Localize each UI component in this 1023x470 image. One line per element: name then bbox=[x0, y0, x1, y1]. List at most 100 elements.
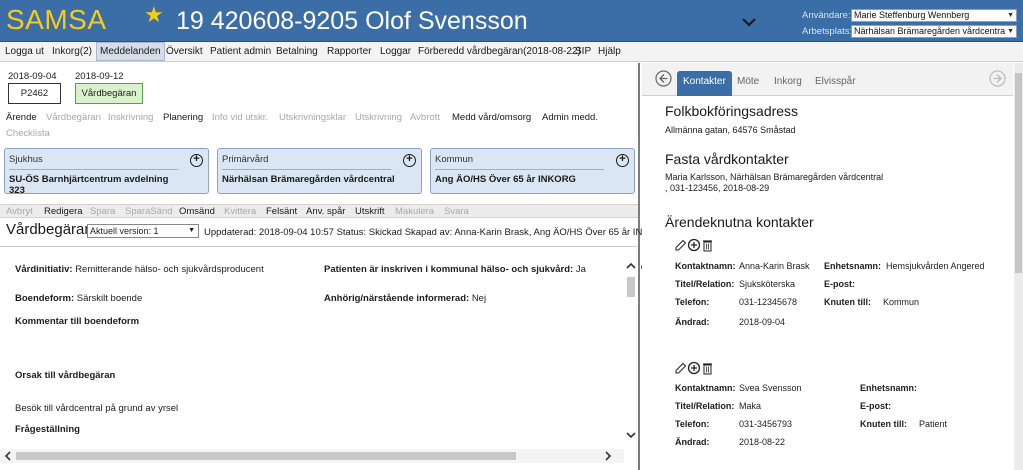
document-status: Uppdaterad: 2018-09-04 10:57 Status: Ski… bbox=[204, 227, 671, 238]
tab-elvisspar[interactable]: Elvisspår bbox=[809, 71, 862, 96]
contact-unit-value: Hemsjukvården Angered bbox=[886, 261, 985, 271]
field-value: Remitterande hälso- och sjukvårdsproduce… bbox=[75, 264, 264, 275]
contact-phone-value: 031-3456793 bbox=[739, 419, 793, 429]
contact-linked-label: Knuten till: bbox=[860, 419, 907, 429]
button-sparasand: SparaSänd bbox=[125, 206, 173, 217]
forward-arrow-icon[interactable] bbox=[989, 70, 1006, 87]
form-heading-reason: Orsak till vårdbegäran bbox=[15, 370, 116, 381]
unit-card-title: Sjukhus bbox=[9, 154, 43, 165]
menu-payment[interactable]: Betalning bbox=[273, 42, 321, 61]
contact-unit-label: Enhetsnamn: bbox=[860, 383, 918, 393]
scroll-thumb[interactable] bbox=[1015, 73, 1022, 273]
trash-icon[interactable] bbox=[703, 363, 712, 375]
contact-linked-label: Knuten till: bbox=[824, 297, 871, 307]
trash-icon[interactable] bbox=[703, 240, 712, 252]
edit-icon[interactable] bbox=[675, 239, 687, 251]
menu-prepared-request[interactable]: Förberedd vårdbegäran(2018-08-22) bbox=[415, 42, 584, 61]
tab-mote[interactable]: Möte bbox=[731, 71, 765, 96]
button-redigera[interactable]: Redigera bbox=[44, 206, 83, 217]
action-planering[interactable]: Planering bbox=[163, 112, 203, 123]
contact-changed-value: 2018-08-22 bbox=[739, 437, 786, 447]
fixed-contact-line: , 031-123456, 2018-08-29 bbox=[665, 183, 770, 193]
action-checklista: Checklista bbox=[6, 128, 50, 139]
add-circle-icon[interactable] bbox=[687, 361, 701, 375]
form-field-housing: Boendeform: Särskilt boende bbox=[15, 293, 142, 304]
request-form: Vårdinitiativ: Remitterande hälso- och s… bbox=[0, 248, 624, 453]
vertical-scrollbar[interactable] bbox=[624, 261, 638, 441]
menu-reports[interactable]: Rapporter bbox=[324, 42, 374, 61]
menu-sip[interactable]: SIP bbox=[572, 42, 594, 61]
field-label: Anhörig/närstående informerad: bbox=[324, 293, 470, 304]
timeline-tile-p2462[interactable]: P2462 bbox=[8, 83, 61, 104]
contact-name-value: Anna-Karin Brask bbox=[739, 261, 810, 271]
case-pane: 2018-09-04 2018-09-12 P2462 Vårdbegäran … bbox=[0, 63, 670, 470]
workplace-label: Arbetsplats: bbox=[802, 26, 853, 37]
workplace-select[interactable]: Närhälsan Brämaregården vårdcentra ▼ bbox=[851, 25, 1017, 38]
contact-name-label: Kontaktnamn: bbox=[675, 261, 736, 271]
unit-card-value: SU-ÖS Barnhjärtcentrum avdelning 323 bbox=[9, 174, 169, 196]
button-spara: Spara bbox=[90, 206, 116, 217]
menu-inbox[interactable]: Inkorg(2) bbox=[49, 42, 95, 61]
edit-icon[interactable] bbox=[675, 362, 687, 374]
button-anv-spar[interactable]: Anv. spår bbox=[306, 206, 345, 217]
button-svara: Svara bbox=[444, 206, 469, 217]
menu-logout[interactable]: Logga ut bbox=[2, 42, 47, 61]
contact-phone-value: 031-12345678 bbox=[739, 297, 798, 307]
fixed-contacts-heading: Fasta vårdkontakter bbox=[665, 151, 789, 167]
add-circle-icon[interactable]: + bbox=[403, 154, 416, 167]
case-action-bar: Ärende Vårdbegäran Inskrivning Planering… bbox=[0, 109, 638, 139]
app-logo: SAMSA bbox=[6, 4, 107, 35]
menu-messages[interactable]: Meddelanden bbox=[96, 42, 165, 61]
action-inskrivning: Inskrivning bbox=[108, 112, 154, 123]
action-avbrott: Avbrott bbox=[410, 112, 440, 123]
workplace-select-value: Närhälsan Brämaregården vårdcentra bbox=[854, 26, 1006, 36]
form-field-initiative: Vårdinitiativ: Remitterande hälso- och s… bbox=[15, 264, 264, 275]
version-select[interactable]: Aktuell version: 1 ▼ bbox=[87, 224, 199, 238]
unit-card-primarvard: Primärvård + Närhälsan Brämaregården vår… bbox=[217, 148, 422, 194]
right-scrollbar[interactable] bbox=[1014, 63, 1023, 470]
divider bbox=[0, 246, 638, 247]
button-avbryt: Avbryt bbox=[6, 206, 33, 217]
field-value: Nej bbox=[471, 293, 487, 304]
unit-card-title: Kommun bbox=[435, 154, 474, 165]
add-circle-icon[interactable] bbox=[687, 238, 701, 252]
button-utskrift[interactable]: Utskrift bbox=[355, 206, 385, 217]
contacts-pane: Kontakter Möte Inkorg Elvisspår Folkbokf… bbox=[642, 63, 1023, 470]
field-value: Särskilt boende bbox=[76, 293, 143, 304]
action-admin-medd[interactable]: Admin medd. bbox=[542, 112, 598, 123]
action-medd-vard-omsorg[interactable]: Medd vård/omsorg bbox=[452, 112, 531, 123]
contact-changed-label: Ändrad: bbox=[675, 317, 710, 327]
unit-card-kommun: Kommun + Ang ÄO/HS Över 65 år INKORG bbox=[430, 148, 635, 194]
unit-card-sjukhus: Sjukhus + SU-ÖS Barnhjärtcentrum avdelni… bbox=[4, 148, 209, 196]
tab-kontakter[interactable]: Kontakter bbox=[677, 71, 732, 96]
tab-inkorg[interactable]: Inkorg bbox=[768, 71, 808, 96]
timeline-date: 2018-09-12 bbox=[75, 71, 124, 82]
form-heading-housing-comment: Kommentar till boendeform bbox=[15, 316, 140, 327]
menu-help[interactable]: Hjälp bbox=[595, 42, 624, 61]
favorite-star-icon[interactable]: ★ bbox=[144, 2, 164, 28]
contact-email-label: E-post: bbox=[860, 401, 891, 411]
contact-phone-label: Telefon: bbox=[675, 297, 710, 307]
address-heading: Folkbokföringsadress bbox=[665, 103, 799, 119]
field-label: Vårdinitiativ: bbox=[15, 264, 73, 275]
action-info-utskr: Info vid utskr. bbox=[212, 112, 268, 123]
patient-title: 19 420608-9205 Olof Svensson bbox=[176, 7, 528, 35]
button-omsand[interactable]: Omsänd bbox=[179, 206, 215, 217]
divider bbox=[9, 169, 178, 170]
user-select[interactable]: Marie Steffenburg Wennberg ▼ bbox=[851, 9, 1017, 22]
add-circle-icon[interactable]: + bbox=[616, 154, 629, 167]
back-arrow-icon[interactable] bbox=[655, 70, 672, 87]
button-felsant[interactable]: Felsänt bbox=[266, 206, 297, 217]
menu-patient-admin[interactable]: Patient admin bbox=[207, 42, 274, 61]
horizontal-scrollbar[interactable] bbox=[0, 449, 624, 463]
form-heading-question: Frågeställning bbox=[15, 424, 80, 435]
user-select-value: Marie Steffenburg Wennberg bbox=[854, 10, 970, 20]
chevron-down-icon[interactable] bbox=[740, 13, 758, 31]
action-arende[interactable]: Ärende bbox=[6, 112, 37, 123]
right-tabs: Kontakter Möte Inkorg Elvisspår bbox=[642, 63, 1013, 96]
menu-overview[interactable]: Översikt bbox=[163, 42, 206, 61]
menu-logs[interactable]: Loggar bbox=[377, 42, 414, 61]
timeline-tile-vardbegaran[interactable]: Vårdbegäran bbox=[75, 83, 143, 104]
add-circle-icon[interactable]: + bbox=[190, 154, 203, 167]
contact-title-label: Titel/Relation: bbox=[675, 279, 735, 289]
